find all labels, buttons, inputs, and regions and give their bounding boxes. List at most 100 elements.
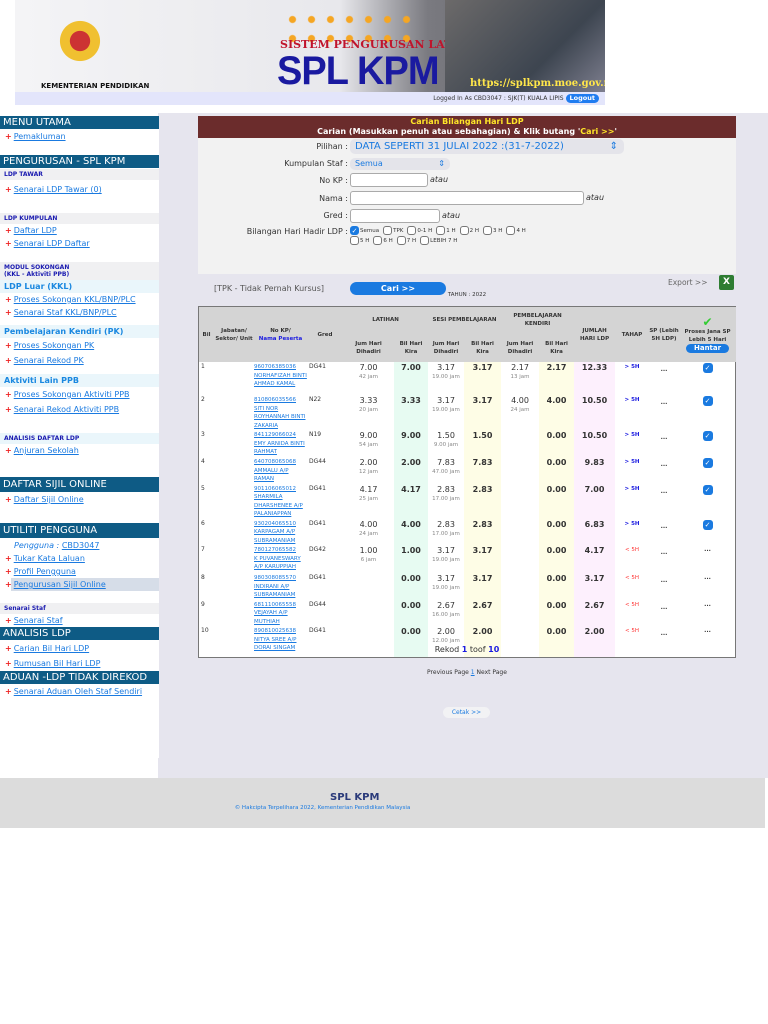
logout-button[interactable]: Logout — [565, 94, 599, 103]
checkbox[interactable] — [383, 226, 393, 235]
page-1-link[interactable]: 1 — [471, 669, 475, 676]
link-daftar-ldp[interactable]: Daftar LDP — [0, 224, 159, 237]
nokp-cell: 901106065012 SHARMILA DHARSHENEE A/P PALA… — [254, 484, 307, 519]
bil: 8 — [201, 574, 205, 581]
nokp-link[interactable]: 640708065068 — [254, 458, 307, 467]
modul-sokongan-subtitle: (KKL - Aktiviti PPB) — [4, 271, 70, 278]
nama-link[interactable]: K PUVANESWARY A/P KARUPPIAH — [254, 555, 307, 572]
nokp-link[interactable]: 890810025638 — [254, 627, 307, 636]
hari-option[interactable]: LEBIH 7 H — [420, 236, 457, 245]
link-senarai-staf-kkl[interactable]: Senarai Staf KKL/BNP/PLC — [0, 306, 159, 319]
nokp-input[interactable] — [350, 173, 428, 187]
nama-link[interactable]: EMY ARNIDA BINTI RAHMAT — [254, 440, 307, 457]
checkbox-checked-icon[interactable]: ✓ — [702, 363, 713, 373]
hari-option[interactable]: ✓ Semua — [350, 226, 379, 235]
checkbox-checked-icon[interactable]: ✓ — [702, 484, 713, 495]
link-carian-bil-hari[interactable]: Carian Bil Hari LDP — [0, 641, 159, 656]
nokp-link[interactable]: 901106065012 — [254, 485, 307, 494]
sesi-bil: 2.67 — [472, 600, 493, 610]
checkbox[interactable] — [459, 226, 469, 235]
sub-analisis-daftar: ANALISIS DAFTAR LDP — [0, 433, 159, 444]
pengguna-row: Pengguna : CBD3047 — [0, 539, 159, 552]
excel-icon[interactable]: X — [719, 275, 734, 290]
sesi-bil: 2.83 — [472, 519, 493, 529]
link-senarai-ldp-tawar[interactable]: Senarai LDP Tawar (0) — [0, 183, 159, 196]
nokp-link[interactable]: 780127065582 — [254, 546, 307, 555]
checkbox[interactable] — [373, 236, 383, 245]
checkbox-checked-icon[interactable]: ✓ — [702, 519, 713, 530]
link-senarai-staf[interactable]: Senarai Staf — [0, 614, 159, 627]
link-rumusan-bil-hari[interactable]: Rumusan Bil Hari LDP — [0, 656, 159, 671]
link-anjuran-sekolah[interactable]: Anjuran Sekolah — [0, 444, 159, 457]
nama-link[interactable]: AMMALU A/P RAMAN — [254, 467, 307, 484]
nokp-link[interactable]: 960706385036 — [254, 363, 307, 372]
pilihan-label: Pilihan : — [316, 142, 348, 151]
link-tukar-kata-laluan[interactable]: Tukar Kata Laluan — [0, 552, 159, 565]
nama-link[interactable]: SITI NOR ROYHANNAH BINTI ZAKARIA — [254, 405, 307, 431]
nama-link[interactable]: SHARMILA DHARSHENEE A/P PALANIAPPAN — [254, 493, 307, 519]
checkbox[interactable] — [483, 226, 493, 235]
link-senarai-rekod-ppb[interactable]: Senarai Rekod Aktiviti PPB — [0, 402, 159, 417]
hari-option[interactable]: TPK — [383, 226, 403, 235]
link-proses-kkl[interactable]: Proses Sokongan KKL/BNP/PLC — [0, 293, 159, 306]
kumpulan-select[interactable]: Semua ⇕ — [350, 158, 450, 170]
hari-option[interactable]: 7 H — [396, 236, 416, 245]
jam: 24 jam — [510, 407, 530, 413]
link-proses-ppb[interactable]: Proses Sokongan Aktiviti PPB — [0, 387, 159, 402]
hari-option[interactable]: 4 H — [506, 226, 526, 235]
previous-page[interactable]: Previous Page — [427, 669, 469, 676]
jum-hari-cell: 9.00 54 jam — [343, 430, 394, 457]
nokp-link[interactable]: 681110065558 — [254, 601, 307, 610]
checkbox[interactable] — [396, 236, 406, 245]
nokp-link[interactable]: 930204065510 — [254, 520, 307, 529]
logged-in-text: Logged In As CBD3047 : SJK(T) KUALA LIPI… — [433, 95, 564, 102]
next-page[interactable]: Next Page — [477, 669, 507, 676]
link-proses-pk[interactable]: Proses Sokongan PK — [0, 338, 159, 353]
nama-link[interactable]: KARPAGAM A/P SUBRAMANIAM — [254, 528, 307, 545]
checkbox-checked-icon[interactable]: ✓ — [702, 396, 713, 406]
tahun-label: TAHUN : 2022 — [447, 292, 487, 298]
checkbox-checked-icon[interactable]: ✓ — [702, 431, 713, 441]
link-senarai-rekod-pk[interactable]: Senarai Rekod PK — [0, 353, 159, 368]
checkbox[interactable] — [506, 226, 516, 235]
latihan-bil: 0.00 — [401, 574, 421, 583]
th-latihan-bil: Bil Hari Kira — [394, 333, 429, 362]
checkbox[interactable] — [350, 236, 359, 245]
hari-option[interactable]: 3 H — [483, 226, 502, 235]
jam: 20 jam — [358, 407, 378, 413]
nokp-link[interactable]: 841129066024 — [254, 431, 307, 440]
jum-hari: 2.83 — [437, 519, 455, 529]
nama-link[interactable]: INDIRANI A/P SUBRAMANIAM — [254, 583, 307, 600]
checkbox[interactable] — [420, 236, 430, 245]
link-senarai-ldp-daftar[interactable]: Senarai LDP Daftar — [0, 237, 159, 250]
link-pemakluman[interactable]: Pemakluman — [0, 130, 159, 143]
latihan-bil: 4.17 — [401, 484, 421, 494]
nama-link[interactable]: VEJAYAH A/P MUTHIAH — [254, 609, 307, 626]
gred-input[interactable] — [350, 209, 440, 223]
checkbox-checked-icon[interactable]: ✓ — [702, 458, 713, 468]
modul-sokongan-title: MODUL SOKONGAN — [4, 264, 70, 271]
option-label: 1 H — [446, 228, 456, 234]
link-senarai-aduan[interactable]: Senarai Aduan Oleh Staf Sendiri — [0, 685, 159, 698]
hantar-button[interactable]: Hantar — [685, 343, 730, 353]
pilihan-select[interactable]: DATA SEPERTI 31 JULAI 2022 :(31-7-2022) ⇕ — [350, 139, 624, 154]
nokp-link[interactable]: 810806035566 — [254, 396, 307, 405]
link-profil-pengguna[interactable]: Profil Pengguna — [0, 565, 159, 578]
nama-input[interactable] — [350, 191, 584, 205]
checkbox[interactable] — [436, 226, 446, 235]
link-pengurusan-sijil[interactable]: Pengurusan Sijil Online — [0, 578, 159, 591]
link-daftar-sijil-online[interactable]: Daftar Sijil Online — [0, 493, 159, 506]
hari-option[interactable]: 2 H — [459, 226, 479, 235]
pengguna-id-link[interactable]: CBD3047 — [62, 541, 100, 550]
hari-option[interactable]: 6 H — [373, 236, 393, 245]
checkbox[interactable] — [407, 226, 417, 235]
checkbox[interactable]: ✓ — [350, 226, 359, 235]
export-link[interactable]: Export >> — [668, 278, 708, 287]
hari-option[interactable]: 5 H — [350, 236, 369, 245]
cetak-button[interactable]: Cetak >> — [443, 707, 490, 718]
hari-option[interactable]: 1 H — [436, 226, 456, 235]
hari-option[interactable]: 0-1 H — [407, 226, 432, 235]
nokp-link[interactable]: 980308085570 — [254, 574, 307, 583]
sesi-bil: 3.17 — [472, 546, 493, 555]
nama-link[interactable]: NORHAFIZAH BINTI AHMAD KAMAL — [254, 372, 307, 389]
